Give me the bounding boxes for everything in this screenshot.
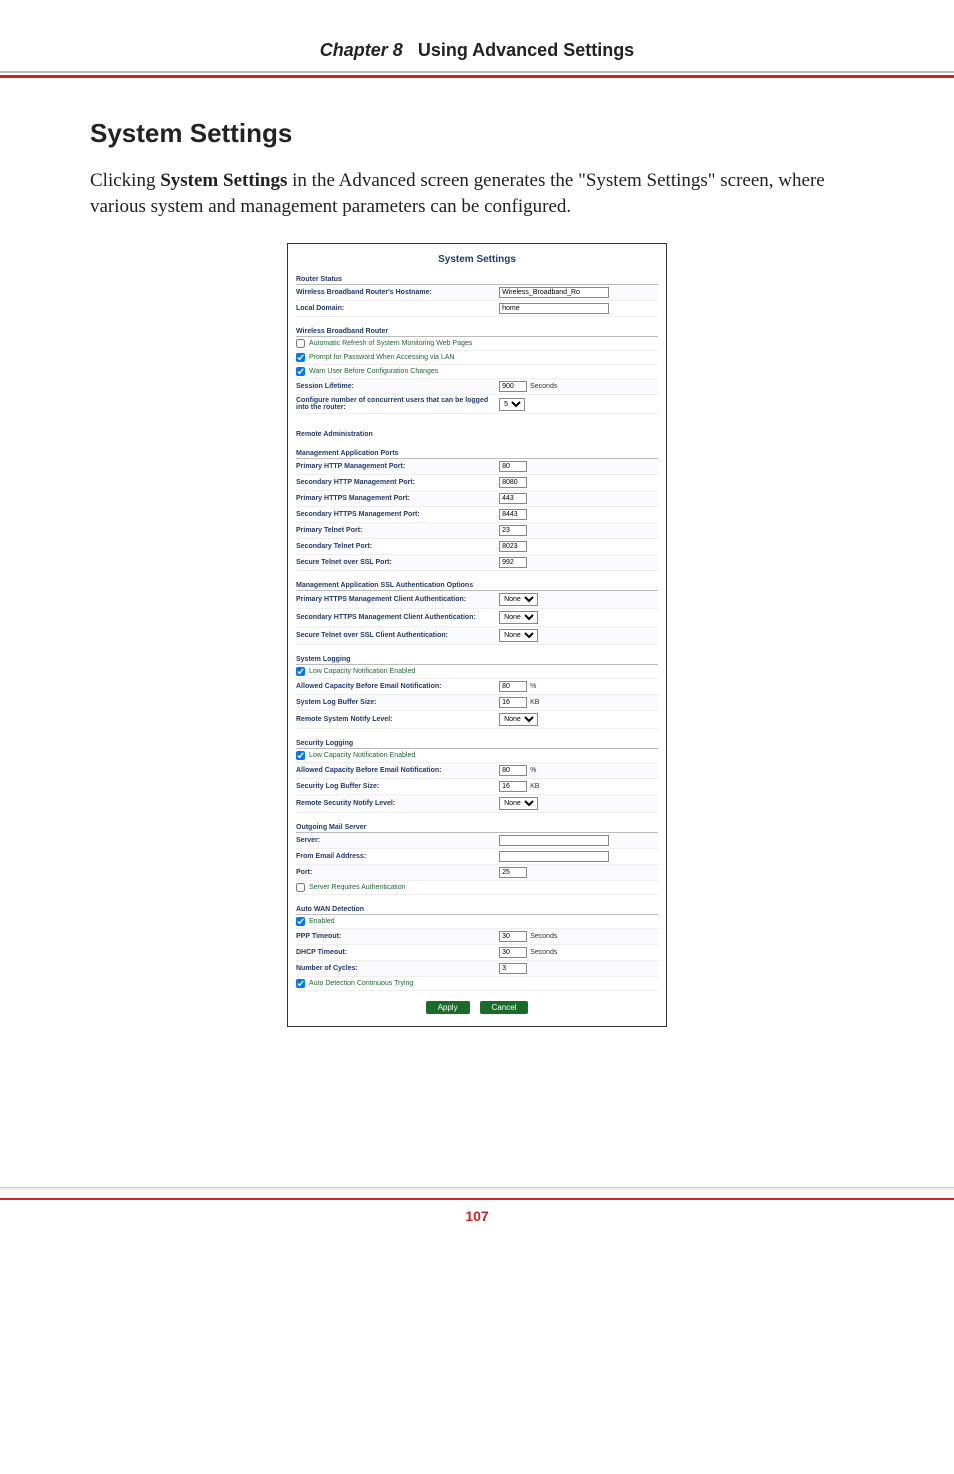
- mail-server-input[interactable]: [499, 835, 609, 846]
- sec-buffer-label: Security Log Buffer Size:: [296, 783, 499, 790]
- wbr-header: Wireless Broadband Router: [296, 325, 658, 337]
- settings-panel: System Settings Router Status Wireless B…: [287, 243, 667, 1027]
- ssl-auth-header: Management Application SSL Authenticatio…: [296, 579, 658, 591]
- remote-admin-header: Remote Administration: [296, 428, 658, 439]
- secure-telnet-ssl-label: Secure Telnet over SSL Port:: [296, 559, 499, 566]
- dhcp-timeout-input[interactable]: [499, 947, 527, 958]
- mail-server-label: Server:: [296, 837, 499, 844]
- sys-buffer-label: System Log Buffer Size:: [296, 699, 499, 706]
- secure-telnet-client-select[interactable]: None: [499, 629, 538, 642]
- cycles-label: Number of Cycles:: [296, 965, 499, 972]
- secondary-http-input[interactable]: [499, 477, 527, 488]
- primary-https-label: Primary HTTPS Management Port:: [296, 495, 499, 502]
- secure-telnet-client-label: Secure Telnet over SSL Client Authentica…: [296, 632, 499, 639]
- panel-title: System Settings: [296, 254, 658, 265]
- sec-buffer-unit: KB: [530, 783, 539, 790]
- concurrent-users-label: Configure number of concurrent users tha…: [296, 397, 499, 411]
- secondary-http-label: Secondary HTTP Management Port:: [296, 479, 499, 486]
- secondary-https-client-select[interactable]: None: [499, 611, 538, 624]
- wan-header: Auto WAN Detection: [296, 903, 658, 915]
- session-lifetime-label: Session Lifetime:: [296, 383, 499, 390]
- ppp-timeout-unit: Seconds: [530, 933, 557, 940]
- secondary-https-client-label: Secondary HTTPS Management Client Authen…: [296, 614, 499, 621]
- mail-header: Outgoing Mail Server: [296, 821, 658, 833]
- sec-remote-label: Remote Security Notify Level:: [296, 800, 499, 807]
- footer-divider: [0, 1187, 954, 1200]
- secondary-https-input[interactable]: [499, 509, 527, 520]
- auto-refresh-label: Automatic Refresh of System Monitoring W…: [309, 340, 472, 347]
- router-status-header: Router Status: [296, 273, 658, 285]
- primary-http-input[interactable]: [499, 461, 527, 472]
- apply-button[interactable]: Apply: [426, 1001, 470, 1014]
- chapter-number: Chapter 8: [320, 40, 403, 60]
- session-lifetime-unit: Seconds: [530, 383, 557, 390]
- prompt-password-checkbox[interactable]: [296, 353, 305, 362]
- ppp-timeout-label: PPP Timeout:: [296, 933, 499, 940]
- primary-telnet-input[interactable]: [499, 525, 527, 536]
- auto-refresh-checkbox[interactable]: [296, 339, 305, 348]
- mail-from-input[interactable]: [499, 851, 609, 862]
- primary-https-client-select[interactable]: None: [499, 593, 538, 606]
- mail-from-label: From Email Address:: [296, 853, 499, 860]
- wan-enabled-label: Enabled: [309, 918, 335, 925]
- mail-port-input[interactable]: [499, 867, 527, 878]
- sys-allowed-cap-label: Allowed Capacity Before Email Notificati…: [296, 683, 499, 690]
- continuous-trying-checkbox[interactable]: [296, 979, 305, 988]
- primary-http-label: Primary HTTP Management Port:: [296, 463, 499, 470]
- warn-user-label: Warn User Before Configuration Changes: [309, 368, 438, 375]
- chapter-header: Chapter 8 Using Advanced Settings: [0, 0, 954, 78]
- sys-remote-label: Remote System Notify Level:: [296, 716, 499, 723]
- sys-log-header: System Logging: [296, 653, 658, 665]
- header-divider: [0, 71, 954, 73]
- body-paragraph: Clicking System Settings in the Advanced…: [90, 168, 864, 219]
- wan-enabled-checkbox[interactable]: [296, 917, 305, 926]
- sec-buffer-input[interactable]: [499, 781, 527, 792]
- dhcp-timeout-label: DHCP Timeout:: [296, 949, 499, 956]
- primary-https-client-label: Primary HTTPS Management Client Authenti…: [296, 596, 499, 603]
- primary-telnet-label: Primary Telnet Port:: [296, 527, 499, 534]
- mail-auth-checkbox[interactable]: [296, 883, 305, 892]
- cancel-button[interactable]: Cancel: [480, 1001, 529, 1014]
- mgmt-ports-header: Management Application Ports: [296, 447, 658, 459]
- sys-allowed-cap-unit: %: [530, 683, 536, 690]
- secondary-https-label: Secondary HTTPS Management Port:: [296, 511, 499, 518]
- secondary-telnet-input[interactable]: [499, 541, 527, 552]
- sys-buffer-unit: KB: [530, 699, 539, 706]
- sec-lowcap-label: Low Capacity Notification Enabled: [309, 752, 415, 759]
- concurrent-users-select[interactable]: 5: [499, 398, 525, 411]
- section-heading: System Settings: [90, 118, 864, 149]
- sec-remote-select[interactable]: None: [499, 797, 538, 810]
- hostname-input[interactable]: [499, 287, 609, 298]
- local-domain-label: Local Domain:: [296, 305, 499, 312]
- sec-allowed-cap-input[interactable]: [499, 765, 527, 776]
- mail-port-label: Port:: [296, 869, 499, 876]
- hostname-label: Wireless Broadband Router's Hostname:: [296, 289, 499, 296]
- sys-remote-select[interactable]: None: [499, 713, 538, 726]
- sec-allowed-cap-unit: %: [530, 767, 536, 774]
- sec-allowed-cap-label: Allowed Capacity Before Email Notificati…: [296, 767, 499, 774]
- secure-telnet-ssl-input[interactable]: [499, 557, 527, 568]
- sys-lowcap-label: Low Capacity Notification Enabled: [309, 668, 415, 675]
- sys-allowed-cap-input[interactable]: [499, 681, 527, 692]
- cycles-input[interactable]: [499, 963, 527, 974]
- sec-lowcap-checkbox[interactable]: [296, 751, 305, 760]
- sec-log-header: Security Logging: [296, 737, 658, 749]
- chapter-name: Using Advanced Settings: [418, 40, 634, 60]
- prompt-password-label: Prompt for Password When Accessing via L…: [309, 354, 455, 361]
- local-domain-input[interactable]: [499, 303, 609, 314]
- warn-user-checkbox[interactable]: [296, 367, 305, 376]
- session-lifetime-input[interactable]: [499, 381, 527, 392]
- secondary-telnet-label: Secondary Telnet Port:: [296, 543, 499, 550]
- sys-buffer-input[interactable]: [499, 697, 527, 708]
- continuous-trying-label: Auto Detection Continuous Trying: [309, 980, 413, 987]
- primary-https-input[interactable]: [499, 493, 527, 504]
- page-number: 107: [0, 1208, 954, 1254]
- dhcp-timeout-unit: Seconds: [530, 949, 557, 956]
- ppp-timeout-input[interactable]: [499, 931, 527, 942]
- sys-lowcap-checkbox[interactable]: [296, 667, 305, 676]
- mail-auth-label: Server Requires Authentication: [309, 884, 406, 891]
